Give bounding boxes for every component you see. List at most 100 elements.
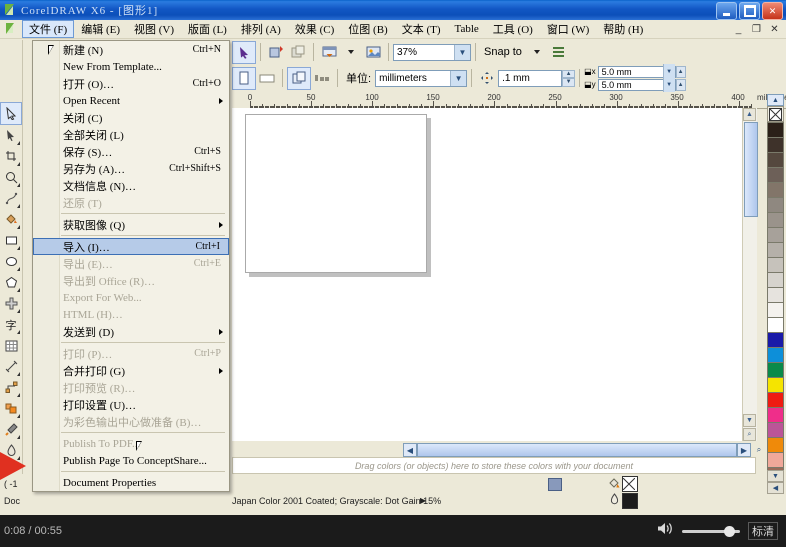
- outline-swatch[interactable]: [622, 493, 638, 509]
- file-menu-item[interactable]: 导入 (I)… Ctrl+I: [33, 238, 229, 255]
- corel-connect-icon[interactable]: [362, 42, 384, 63]
- color-swatch[interactable]: [767, 167, 784, 182]
- duplicate-x-stepper[interactable]: ▲: [675, 65, 686, 78]
- menu-item-arrange[interactable]: 排列 (A): [234, 20, 288, 38]
- duplicate-y-input[interactable]: 5.0 mm ▼: [597, 77, 676, 92]
- duplicate-x-input[interactable]: 5.0 mm ▼: [597, 64, 676, 79]
- file-menu-item[interactable]: Open Recent: [33, 92, 229, 109]
- nudge-offset-stepper[interactable]: ▲ ▼: [562, 69, 576, 87]
- color-swatch[interactable]: [767, 242, 784, 257]
- doc-close-button[interactable]: ✕: [767, 22, 782, 36]
- unit-combo[interactable]: millimeters ▼: [375, 69, 468, 87]
- palette-expand-icon[interactable]: ◀: [767, 482, 784, 494]
- chevron-down-icon[interactable]: ▼: [662, 77, 675, 92]
- palette-none-swatch[interactable]: [767, 106, 784, 122]
- chevron-down-icon[interactable]: ▼: [450, 70, 467, 86]
- color-profile-arrow-icon[interactable]: ▶: [420, 496, 426, 505]
- color-profile-label[interactable]: Japan Color 2001 Coated; Grayscale: Dot …: [232, 496, 441, 506]
- scroll-up-button[interactable]: ▲: [743, 108, 756, 121]
- close-button[interactable]: ✕: [762, 2, 783, 20]
- scroll-right-button[interactable]: ▶: [737, 443, 751, 457]
- color-swatch[interactable]: [767, 272, 784, 287]
- launcher-dropdown-icon[interactable]: [340, 42, 362, 63]
- volume-slider[interactable]: [682, 525, 740, 537]
- color-swatch[interactable]: [767, 287, 784, 302]
- menu-item-text[interactable]: 文本 (T): [395, 20, 448, 38]
- color-swatch[interactable]: [767, 257, 784, 272]
- vertical-scrollbar[interactable]: ▲ ▼ ⌕: [742, 108, 758, 441]
- tool-dimension[interactable]: [1, 356, 21, 377]
- color-swatch[interactable]: [767, 152, 784, 167]
- color-palette[interactable]: [767, 122, 784, 482]
- volume-knob[interactable]: [724, 525, 735, 537]
- horizontal-ruler[interactable]: 0 50 100 150 200 250 300 350 400 millime…: [232, 93, 786, 109]
- scroll-left-button[interactable]: ◀: [403, 443, 417, 457]
- tool-ellipse[interactable]: [1, 251, 21, 272]
- tool-pick[interactable]: [0, 102, 22, 125]
- file-menu-item[interactable]: 打开 (O)… Ctrl+O: [33, 75, 229, 92]
- color-swatch[interactable]: [767, 407, 784, 422]
- tool-eyedropper[interactable]: [1, 419, 21, 440]
- tool-rectangle[interactable]: [1, 230, 21, 251]
- color-swatch[interactable]: [767, 182, 784, 197]
- tool-zoom[interactable]: [1, 167, 21, 188]
- color-swatch[interactable]: [767, 332, 784, 347]
- file-menu-item[interactable]: 保存 (S)… Ctrl+S: [33, 143, 229, 160]
- drawing-canvas[interactable]: [232, 108, 756, 441]
- scroll-down-button[interactable]: ▼: [743, 414, 756, 427]
- horizontal-scrollbar[interactable]: ◀ ▶ ⌕: [403, 443, 761, 457]
- tool-text[interactable]: 字: [1, 314, 21, 335]
- file-menu-item[interactable]: Publish Page To ConceptShare...: [33, 452, 229, 469]
- file-menu-item[interactable]: 合并打印 (G): [33, 362, 229, 379]
- snap-status-icon[interactable]: [548, 478, 562, 491]
- tool-blend[interactable]: [1, 398, 21, 419]
- maximize-button[interactable]: [739, 2, 760, 20]
- zoom-region-icon[interactable]: ⌕: [752, 443, 766, 457]
- color-swatch[interactable]: [767, 122, 784, 137]
- file-menu-item[interactable]: New From Template...: [33, 58, 229, 75]
- menu-item-tools[interactable]: 工具 (O): [486, 20, 540, 38]
- menu-item-view[interactable]: 视图 (V): [127, 20, 181, 38]
- menu-item-help[interactable]: 帮助 (H): [596, 20, 650, 38]
- import-button-icon[interactable]: [265, 42, 287, 63]
- color-swatch[interactable]: [767, 317, 784, 332]
- color-swatch[interactable]: [767, 452, 784, 467]
- color-swatch[interactable]: [767, 392, 784, 407]
- menu-item-file[interactable]: 文件 (F): [22, 20, 75, 38]
- palette-scroll-down-icon[interactable]: ▼: [767, 470, 784, 482]
- tool-table[interactable]: [1, 335, 21, 356]
- file-menu-dropdown[interactable]: 新建 (N) Ctrl+N New From Template... 打开 (O)… C…: [32, 40, 230, 492]
- tool-smart-fill[interactable]: [1, 209, 21, 230]
- file-menu-item[interactable]: 发送到 (D): [33, 323, 229, 340]
- tool-freehand[interactable]: [1, 188, 21, 209]
- export-button-icon[interactable]: [287, 42, 309, 63]
- file-menu-item[interactable]: 关闭 (C): [33, 109, 229, 126]
- options-icon[interactable]: [548, 42, 570, 63]
- horizontal-scroll-thumb[interactable]: [417, 443, 737, 457]
- snap-to-label[interactable]: Snap to: [484, 46, 522, 58]
- color-swatch[interactable]: [767, 347, 784, 362]
- speaker-icon[interactable]: [657, 521, 674, 541]
- file-menu-item[interactable]: 另存为 (A)… Ctrl+Shift+S: [33, 160, 229, 177]
- application-launcher-icon[interactable]: [318, 42, 340, 63]
- tool-polygon[interactable]: [1, 272, 21, 293]
- menu-item-layout[interactable]: 版面 (L): [181, 20, 234, 38]
- tool-connector[interactable]: [1, 377, 21, 398]
- chevron-down-icon[interactable]: ▼: [454, 44, 470, 60]
- color-swatch[interactable]: [767, 137, 784, 152]
- vertical-scroll-thumb[interactable]: [744, 122, 758, 217]
- minimize-button[interactable]: [716, 2, 737, 20]
- pick-tool-icon[interactable]: [232, 40, 256, 64]
- zoom-to-fit-icon[interactable]: ⌕: [743, 428, 756, 441]
- menu-item-effects[interactable]: 效果 (C): [288, 20, 341, 38]
- menu-item-edit[interactable]: 编辑 (E): [74, 20, 127, 38]
- color-swatch[interactable]: [767, 212, 784, 227]
- snap-dropdown-icon[interactable]: [526, 42, 548, 63]
- landscape-orientation-icon[interactable]: [256, 68, 278, 89]
- doc-restore-button[interactable]: ❐: [749, 22, 764, 36]
- palette-scroll-up-icon[interactable]: ▲: [767, 94, 784, 106]
- current-page-icon[interactable]: [311, 68, 333, 89]
- file-menu-item[interactable]: Document Properties: [33, 474, 229, 491]
- tool-perfect-shapes[interactable]: [1, 293, 21, 314]
- doc-minimize-button[interactable]: _: [731, 22, 746, 36]
